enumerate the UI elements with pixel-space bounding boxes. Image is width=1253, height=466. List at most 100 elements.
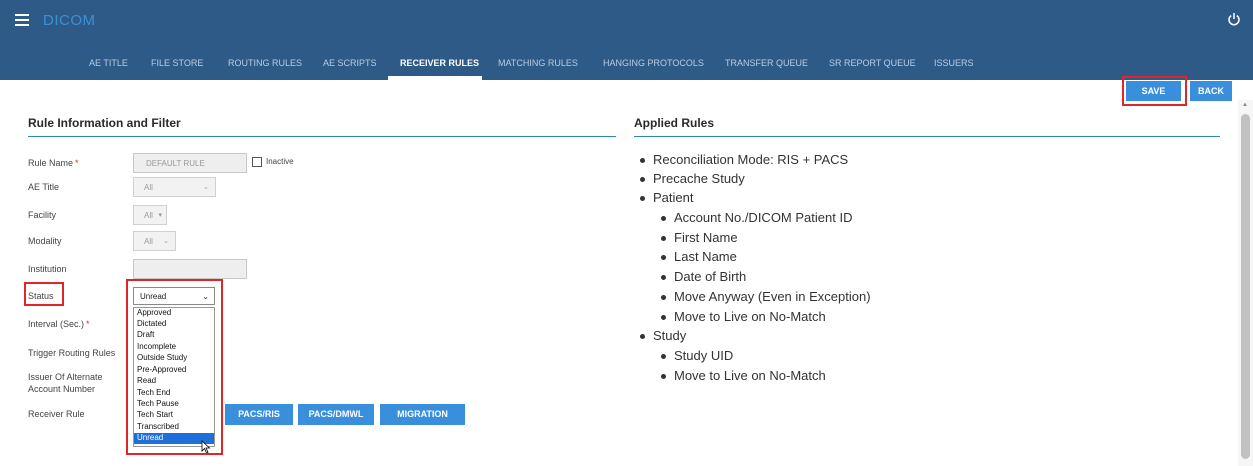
rule-item-text: Reconciliation Mode: RIS + PACS (653, 152, 849, 167)
chevron-down-icon: ⌄ (202, 292, 209, 301)
rule-subitem: Study UID (661, 348, 734, 363)
tab-ae-scripts[interactable]: AE SCRIPTS (323, 58, 377, 68)
bullet-icon (661, 295, 666, 300)
bullet-icon (640, 158, 645, 163)
rule-name-label: Rule Name * (28, 158, 79, 168)
tab-matching-rules[interactable]: MATCHING RULES (498, 58, 578, 68)
status-option-transcribed[interactable]: Transcribed (134, 422, 214, 433)
rule-subitem: First Name (661, 230, 738, 245)
rule-item-text: Move Anyway (Even in Exception) (674, 289, 871, 304)
status-option-approved[interactable]: Approved (134, 308, 214, 319)
scroll-up-icon[interactable]: ▲ (1242, 102, 1248, 108)
ae-title-select-value: All (144, 183, 153, 192)
required-mark: * (86, 319, 90, 329)
rule-item-text: Precache Study (653, 171, 745, 186)
bullet-icon (640, 196, 645, 201)
bullet-icon (661, 275, 666, 280)
status-option-tech-pause[interactable]: Tech Pause (134, 399, 214, 410)
issuer-label-line1: Issuer Of Alternate (28, 372, 103, 382)
tab-ae-title[interactable]: AE TITLE (89, 58, 128, 68)
bullet-icon (661, 354, 666, 359)
tab-sr-report-queue[interactable]: SR REPORT QUEUE (829, 58, 916, 68)
tab-routing-rules[interactable]: ROUTING RULES (228, 58, 302, 68)
rule-subitem: Move to Live on No-Match (661, 309, 826, 324)
rule-item-text: Account No./DICOM Patient ID (674, 210, 853, 225)
rule-item: Reconciliation Mode: RIS + PACS (640, 152, 849, 167)
trigger-routing-rules-label: Trigger Routing Rules (28, 348, 116, 358)
rule-item-text: Move to Live on No-Match (674, 368, 826, 383)
status-option-read[interactable]: Read (134, 376, 214, 387)
back-button[interactable]: BACK (1190, 81, 1232, 101)
receiver-rule-label: Receiver Rule (28, 409, 85, 419)
institution-input[interactable] (133, 259, 247, 279)
rule-item: Precache Study (640, 171, 745, 186)
bullet-icon (661, 236, 666, 241)
bullet-icon (661, 315, 666, 320)
modality-select-value: All (144, 237, 153, 246)
tab-hanging-protocols[interactable]: HANGING PROTOCOLS (603, 58, 704, 68)
facility-select[interactable]: All ▾ (133, 205, 167, 225)
tab-issuers[interactable]: ISSUERS (934, 58, 974, 68)
status-select-value: Unread (140, 292, 167, 301)
pacs-ris-button[interactable]: PACS/RIS (225, 404, 293, 425)
rule-subitem: Move to Live on No-Match (661, 368, 826, 383)
required-mark: * (75, 158, 79, 168)
facility-label: Facility (28, 210, 57, 220)
power-icon[interactable] (1227, 12, 1241, 26)
chevron-down-icon: ▾ (158, 212, 162, 219)
chevron-down-icon: ⌄ (163, 238, 169, 245)
page-scrollbar[interactable]: ▲ (1238, 100, 1253, 466)
bullet-icon (661, 374, 666, 379)
status-select[interactable]: Unread ⌄ (133, 287, 215, 305)
bullet-icon (640, 334, 645, 339)
status-label: Status (28, 291, 54, 301)
inactive-checkbox[interactable] (252, 157, 262, 167)
facility-select-value: All (144, 211, 153, 220)
status-option-draft[interactable]: Draft (134, 330, 214, 341)
tab-transfer-queue[interactable]: TRANSFER QUEUE (725, 58, 808, 68)
modality-label: Modality (28, 236, 62, 246)
app-title: DICOM (43, 12, 96, 29)
ae-title-select[interactable]: All ⌄ (133, 177, 216, 197)
tab-receiver-rules[interactable]: RECEIVER RULES (400, 58, 479, 68)
scroll-thumb[interactable] (1241, 114, 1250, 459)
app-header: DICOM AE TITLE FILE STORE ROUTING RULES … (0, 0, 1253, 80)
rule-item-text: Date of Birth (674, 269, 747, 284)
bullet-icon (661, 255, 666, 260)
rule-subitem: Last Name (661, 249, 737, 264)
rule-name-label-text: Rule Name (28, 158, 74, 168)
save-button[interactable]: SAVE (1126, 81, 1181, 101)
section-divider (28, 136, 616, 137)
inactive-label: Inactive (266, 157, 294, 166)
interval-label-text: Interval (Sec.) (28, 319, 85, 329)
status-option-tech-end[interactable]: Tech End (134, 388, 214, 399)
section-divider (634, 136, 1220, 137)
menu-icon[interactable] (15, 14, 29, 26)
applied-rules-title: Applied Rules (634, 116, 715, 130)
status-option-pre-approved[interactable]: Pre-Approved (134, 365, 214, 376)
issuer-label-line2: Account Number (28, 384, 96, 394)
rule-info-title: Rule Information and Filter (28, 116, 181, 130)
pacs-dmwl-button[interactable]: PACS/DMWL (298, 404, 374, 425)
migration-button[interactable]: MIGRATION (380, 404, 465, 425)
rule-item-text: Study (653, 328, 687, 343)
status-dropdown-list: Approved Dictated Draft Incomplete Outsi… (133, 307, 215, 447)
status-option-unread[interactable]: Unread (134, 433, 214, 444)
rule-name-input[interactable]: DEFAULT RULE (133, 153, 247, 173)
modality-select[interactable]: All ⌄ (133, 231, 176, 251)
rule-item-text: Move to Live on No-Match (674, 309, 826, 324)
rule-subitem: Date of Birth (661, 269, 747, 284)
tab-file-store[interactable]: FILE STORE (151, 58, 203, 68)
status-option-dictated[interactable]: Dictated (134, 319, 214, 330)
status-option-tech-start[interactable]: Tech Start (134, 410, 214, 421)
interval-label: Interval (Sec.) * (28, 319, 90, 329)
status-option-incomplete[interactable]: Incomplete (134, 342, 214, 353)
institution-label: Institution (28, 264, 67, 274)
rule-item-text: First Name (674, 230, 738, 245)
rule-subitem: Move Anyway (Even in Exception) (661, 289, 871, 304)
rule-item-text: Study UID (674, 348, 734, 363)
main-nav: AE TITLE FILE STORE ROUTING RULES AE SCR… (0, 50, 1253, 78)
bullet-icon (640, 177, 645, 182)
rule-item: Study (640, 328, 687, 343)
status-option-outside-study[interactable]: Outside Study (134, 353, 214, 364)
